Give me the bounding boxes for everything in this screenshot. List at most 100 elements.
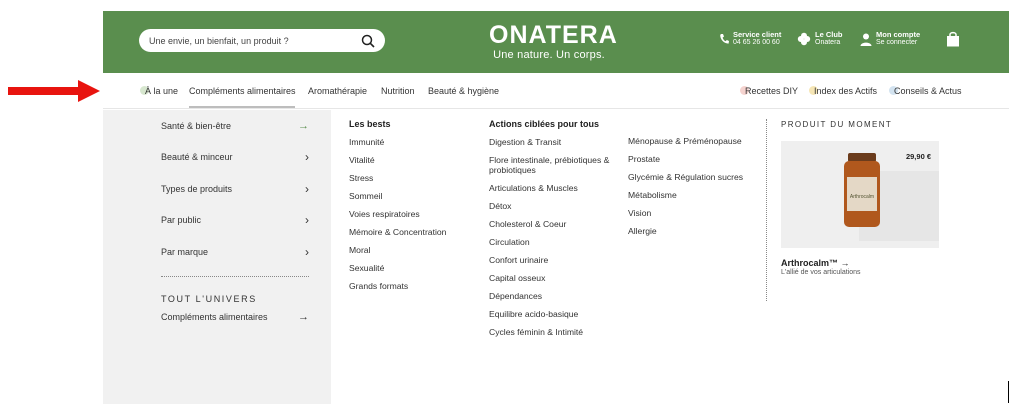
sidebar-divider	[161, 276, 309, 277]
actions-column: Actions ciblées pour tous Digestion & Tr…	[489, 119, 615, 345]
bests-item[interactable]: Stress	[349, 173, 446, 183]
bests-item[interactable]: Sexualité	[349, 263, 446, 273]
actions-item[interactable]: Confort urinaire	[489, 255, 615, 265]
nav-complements[interactable]: Compléments alimentaires	[189, 86, 296, 96]
shopping-bag-icon[interactable]	[946, 31, 960, 47]
nav-label: Recettes DIY	[745, 86, 799, 96]
actions-title: Actions ciblées pour tous	[489, 119, 600, 129]
sidebar-item-label: Santé & bien-être	[161, 121, 232, 131]
nav-a-la-une[interactable]: À la une	[140, 86, 178, 96]
active-nav-underline	[189, 106, 295, 108]
clover-icon	[797, 32, 811, 46]
bests-item[interactable]: Voies respiratoires	[349, 209, 446, 219]
actions-item[interactable]: Articulations & Muscles	[489, 183, 615, 193]
actions-item[interactable]: Circulation	[489, 237, 615, 247]
sidebar-item-types[interactable]: Types de produits ›	[161, 182, 309, 196]
bests-item[interactable]: Sommeil	[349, 191, 446, 201]
sidebar-item-label: Types de produits	[161, 184, 233, 194]
actions-item[interactable]: Prostate	[628, 154, 760, 164]
bests-item[interactable]: Vitalité	[349, 155, 446, 165]
actions-item[interactable]: Glycémie & Régulation sucres	[628, 172, 760, 182]
sidebar-item-marque[interactable]: Par marque ›	[161, 245, 309, 259]
sidebar-item-public[interactable]: Par public ›	[161, 213, 309, 227]
actions-list: Digestion & Transit Flore intestinale, pr…	[489, 137, 615, 337]
actions-item[interactable]: Métabolisme	[628, 190, 760, 200]
club-link[interactable]: Le Club Onatera	[797, 31, 843, 47]
actions-item[interactable]: Cholesterol & Coeur	[489, 219, 615, 229]
account-link[interactable]: Mon compte Se connecter	[860, 31, 920, 47]
actions-item[interactable]: Flore intestinale, prébiotiques & probio…	[489, 155, 615, 175]
mega-menu-sidebar: Santé & bien-être → Beauté & minceur › T…	[103, 110, 331, 404]
club-subtitle: Onatera	[815, 39, 841, 46]
site-header: Une envie, un bienfait, un produit ? ONA…	[103, 11, 1009, 73]
actions-item[interactable]: Cycles féminin & Intimité	[489, 327, 615, 337]
sidebar-item-sante[interactable]: Santé & bien-être →	[161, 120, 309, 132]
logo-tagline: Une nature. Un corps.	[493, 49, 605, 61]
universe-link-label: Compléments alimentaires	[161, 312, 268, 322]
product-name-link[interactable]: Arthrocalm™ →	[781, 258, 850, 268]
page-frame: Une envie, un bienfait, un produit ? ONA…	[103, 11, 1009, 404]
nav-label: Conseils & Actus	[894, 86, 962, 96]
actions-item[interactable]: Allergie	[628, 226, 760, 236]
red-pointer-arrow	[8, 80, 100, 102]
bests-item[interactable]: Grands formats	[349, 281, 446, 291]
chevron-right-icon: ›	[305, 245, 309, 259]
main-nav: À la une Compléments alimentaires Aromat…	[103, 73, 1009, 109]
actions-list-2: Ménopause & Préménopause Prostate Glycémie…	[628, 136, 760, 236]
product-price: 29,90 €	[905, 152, 931, 161]
logo-wordmark: ONATERA	[489, 21, 618, 49]
actions-item[interactable]: Digestion & Transit	[489, 137, 615, 147]
nav-recettes-diy[interactable]: Recettes DIY	[740, 86, 798, 96]
actions-item[interactable]: Ménopause & Préménopause	[628, 136, 760, 146]
sidebar-item-beaute[interactable]: Beauté & minceur ›	[161, 150, 309, 164]
jar-label: Arthrocalm	[850, 194, 874, 200]
account-title: Mon compte	[876, 30, 921, 39]
user-icon	[860, 33, 872, 46]
product-heading: PRODUIT DU MOMENT	[781, 120, 893, 129]
nav-index-actifs[interactable]: Index des Actifs	[809, 86, 877, 96]
service-title: Service client	[733, 30, 782, 39]
phone-icon	[720, 34, 729, 44]
actions-item[interactable]: Dépendances	[489, 291, 615, 301]
bests-item[interactable]: Mémoire & Concentration	[349, 227, 446, 237]
bests-column: Les bests Immunité Vitalité Stress Sommeil V…	[349, 119, 446, 299]
sidebar-item-label: Beauté & minceur	[161, 152, 233, 162]
service-phone: 04 65 26 00 60	[733, 39, 780, 46]
nav-nutrition[interactable]: Nutrition	[381, 86, 415, 96]
actions-column-2: Ménopause & Préménopause Prostate Glycémie…	[628, 136, 760, 244]
bests-title: Les bests	[349, 119, 391, 129]
sidebar-item-label: Par public	[161, 215, 202, 225]
account-subtitle: Se connecter	[876, 39, 918, 46]
search-input[interactable]: Une envie, un bienfait, un produit ?	[149, 36, 361, 46]
universe-heading: TOUT L'UNIVERS	[161, 294, 257, 304]
actions-item[interactable]: Equilibre acido-basique	[489, 309, 615, 319]
arrow-right-icon: →	[840, 258, 850, 268]
chevron-right-icon: ›	[305, 150, 309, 164]
club-title: Le Club	[815, 30, 843, 39]
text-cursor	[1008, 381, 1009, 403]
search-bar[interactable]: Une envie, un bienfait, un produit ?	[139, 29, 385, 52]
bests-item[interactable]: Immunité	[349, 137, 446, 147]
actions-item[interactable]: Capital osseux	[489, 273, 615, 283]
product-name: Arthrocalm™	[781, 258, 839, 268]
chevron-right-icon: ›	[305, 182, 309, 196]
logo[interactable]: ONATERA Une nature. Un corps.	[489, 21, 618, 65]
product-card[interactable]: Arthrocalm 29,90 €	[781, 141, 939, 248]
bests-list: Immunité Vitalité Stress Sommeil Voies respi…	[349, 137, 446, 291]
customer-service[interactable]: Service client 04 65 26 00 60	[719, 31, 781, 47]
arrow-right-icon: →	[298, 120, 309, 132]
product-description: L'allié de vos articulations	[781, 269, 861, 276]
sidebar-item-label: Par marque	[161, 247, 209, 257]
arrow-right-icon: →	[298, 311, 309, 323]
product-divider	[766, 119, 767, 301]
chevron-right-icon: ›	[305, 213, 309, 227]
nav-conseils-actus[interactable]: Conseils & Actus	[889, 86, 962, 96]
search-icon[interactable]	[361, 34, 375, 48]
nav-beaute-hygiene[interactable]: Beauté & hygiène	[428, 86, 499, 96]
nav-aromatherapie[interactable]: Aromathérapie	[308, 86, 367, 96]
bests-item[interactable]: Moral	[349, 245, 446, 255]
actions-item[interactable]: Vision	[628, 208, 760, 218]
actions-item[interactable]: Détox	[489, 201, 615, 211]
universe-link[interactable]: Compléments alimentaires →	[161, 311, 309, 323]
nav-label: Index des Actifs	[814, 86, 878, 96]
